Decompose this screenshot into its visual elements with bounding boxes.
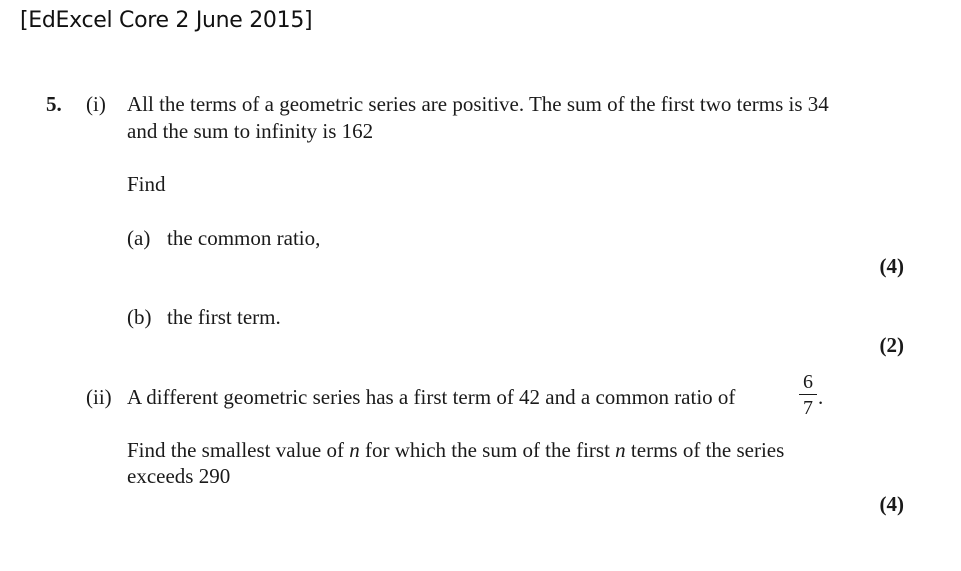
part-ii-label: (ii) (86, 385, 112, 409)
source-heading: [EdExcel Core 2 June 2015] (20, 8, 313, 33)
part-a-text: the common ratio, (167, 226, 321, 250)
fraction-denominator: 7 (803, 397, 813, 419)
part-b-label: (b) (127, 305, 152, 329)
variable-n-2: n (615, 438, 626, 462)
variable-n-1: n (349, 438, 360, 462)
part-i-line1: All the terms of a geometric series are … (127, 92, 829, 116)
part-ii-line1: A different geometric series has a first… (127, 385, 736, 409)
line2-pre: Find the smallest value of (127, 438, 350, 462)
fraction-bar (799, 394, 817, 395)
part-i-label: (i) (86, 92, 106, 116)
question-number: 5. (46, 92, 62, 116)
line2-mid: for which the sum of the first (359, 438, 616, 462)
part-i-find: Find (127, 172, 166, 196)
part-b-marks: (2) (879, 333, 905, 357)
common-ratio-fraction: 6 7 (799, 371, 817, 419)
part-a-label: (a) (127, 226, 151, 250)
part-b-text: the first term. (167, 305, 281, 329)
part-ii-marks: (4) (879, 492, 905, 516)
part-ii-line3: exceeds 290 (127, 464, 231, 488)
part-a-marks: (4) (879, 254, 905, 278)
part-i-line2: and the sum to infinity is 162 (127, 119, 374, 143)
part-ii-line1-end: . (818, 385, 824, 409)
part-ii-line2: Find the smallest value of n for which t… (127, 438, 784, 463)
line2-post: terms of the series (625, 438, 785, 462)
fraction-numerator: 6 (803, 371, 813, 393)
